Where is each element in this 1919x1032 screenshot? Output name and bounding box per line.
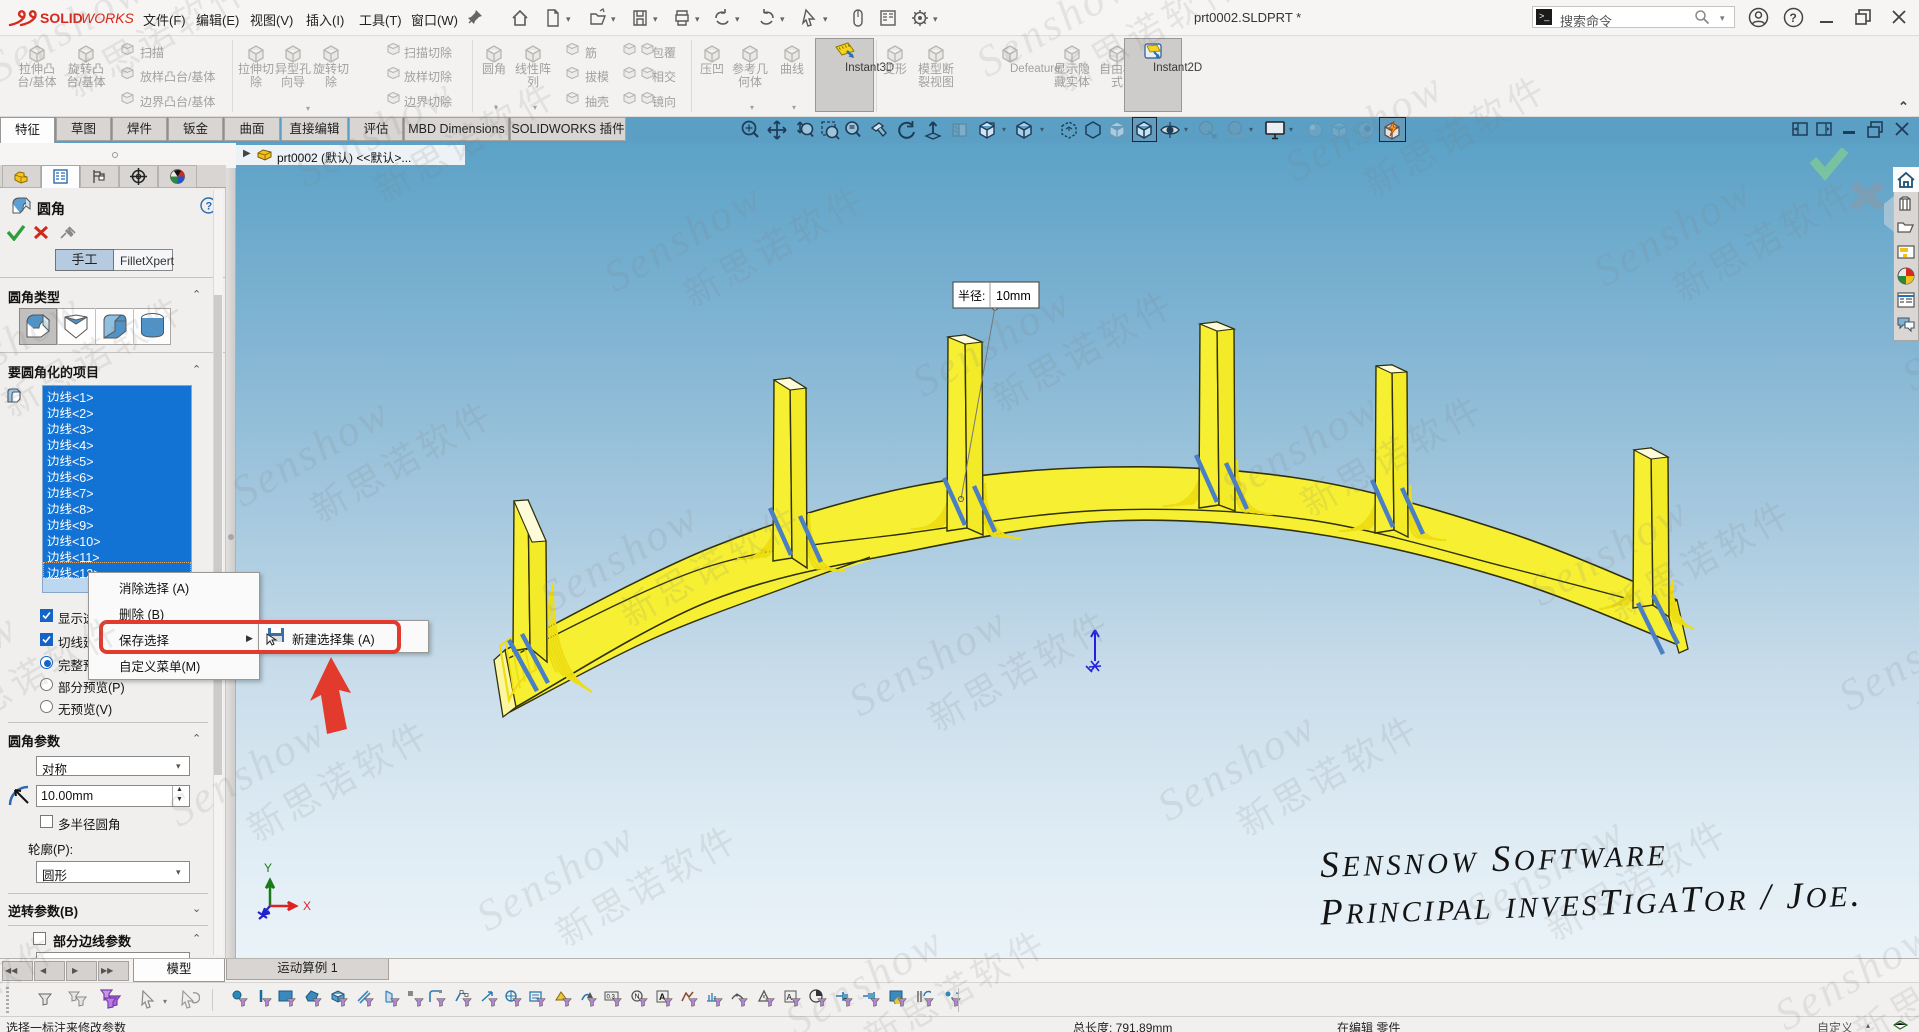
- svg-text:WORKS: WORKS: [81, 10, 135, 26]
- svg-text:?: ?: [206, 201, 213, 213]
- svg-text:Y: Y: [264, 861, 272, 875]
- svg-text:X: X: [303, 899, 311, 913]
- svg-text:SOLID: SOLID: [40, 10, 83, 26]
- svg-text:半径:: 半径:: [958, 289, 985, 303]
- svg-text:?: ?: [1790, 11, 1797, 25]
- svg-text:10mm: 10mm: [996, 289, 1031, 303]
